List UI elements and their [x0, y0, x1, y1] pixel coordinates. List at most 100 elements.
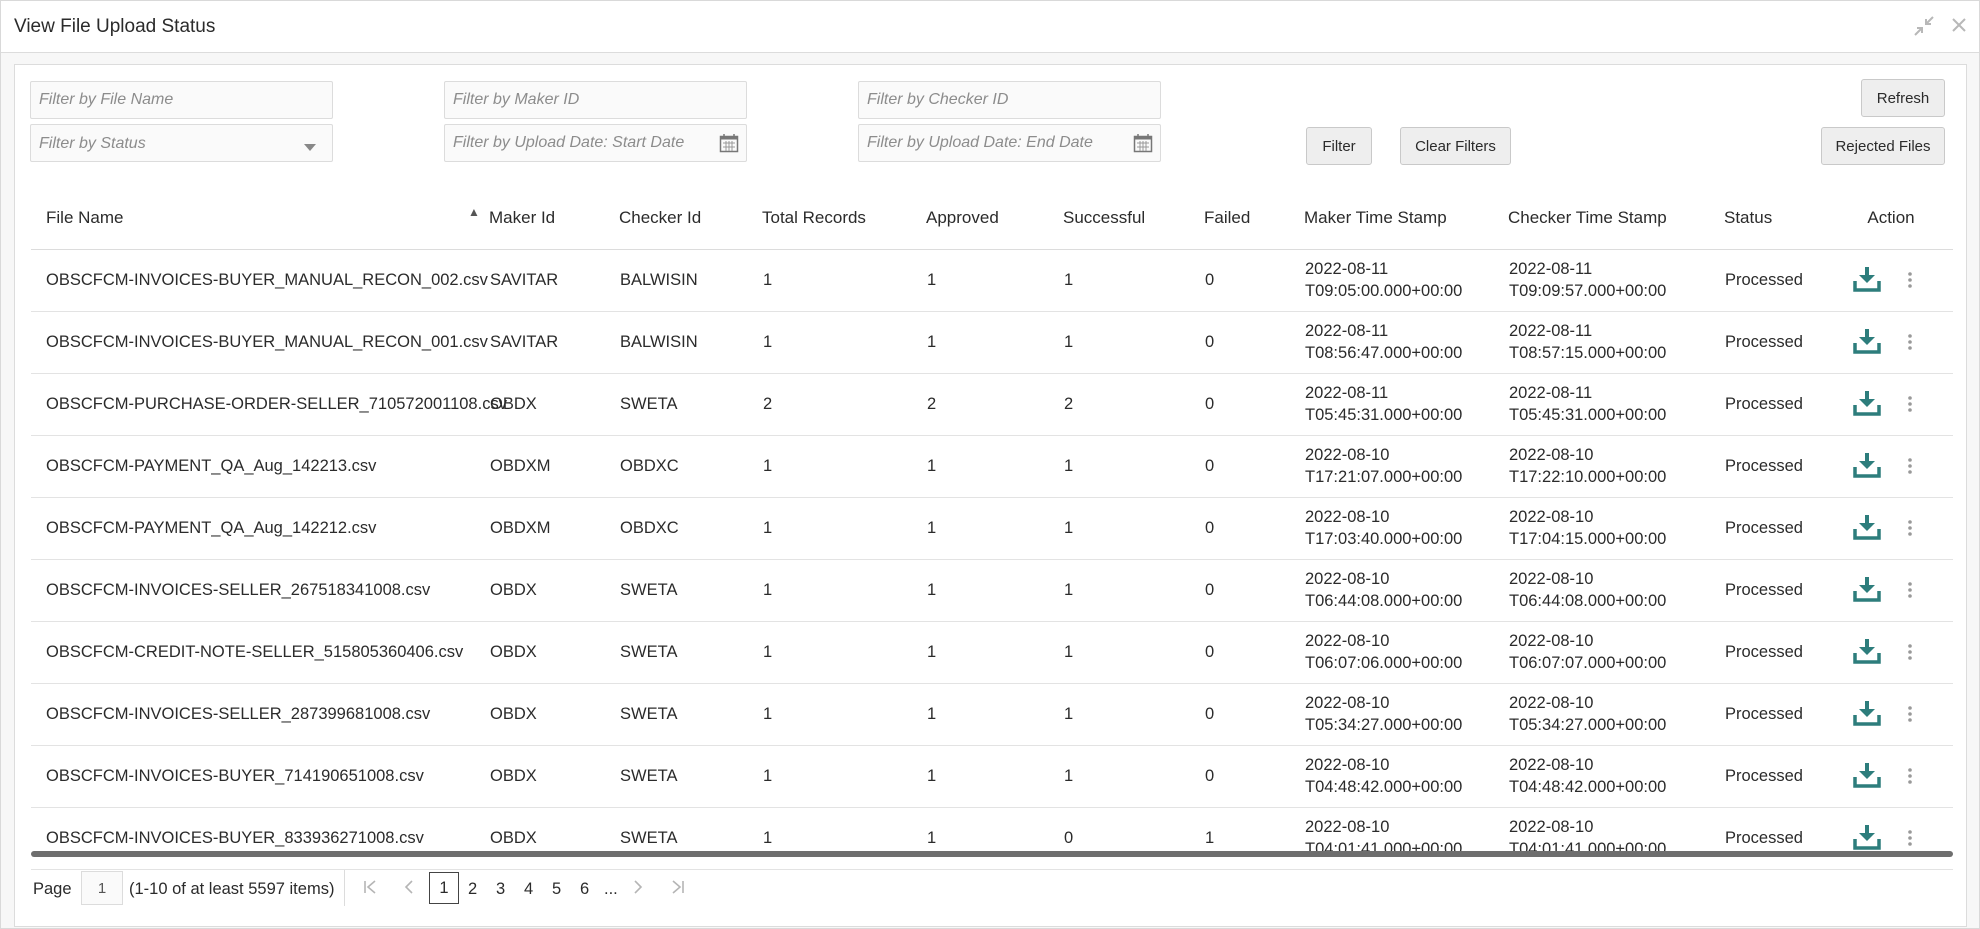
kebab-menu-icon[interactable] [1907, 767, 1913, 791]
checker-id-filter-input[interactable] [859, 82, 1160, 118]
filter-button[interactable]: Filter [1306, 127, 1372, 165]
first-page-icon[interactable] [363, 879, 377, 900]
col-approved[interactable]: Approved [926, 187, 1063, 250]
checker-id-cell: SWETA [619, 745, 762, 808]
maker-time-stamp-cell-date: 2022-08-10 [1305, 446, 1390, 464]
maker-time-stamp-cell-time: T06:44:08.000+00:00 [1305, 592, 1463, 610]
approved-cell: 1 [926, 807, 1063, 870]
total-records-cell: 1 [762, 311, 926, 374]
approved-cell: 1 [926, 745, 1063, 808]
page-3[interactable]: 3 [496, 880, 505, 899]
download-icon[interactable] [1853, 266, 1881, 298]
download-icon[interactable] [1853, 452, 1881, 484]
page-6[interactable]: 6 [580, 880, 589, 899]
download-icon[interactable] [1853, 762, 1881, 794]
download-icon[interactable] [1853, 576, 1881, 608]
maker-id-filter[interactable] [444, 81, 747, 119]
calendar-icon[interactable] [1133, 133, 1153, 158]
page-1[interactable]: 1 [429, 872, 459, 904]
table-row[interactable]: OBSCFCM-INVOICES-SELLER_287399681008.csv… [31, 683, 1953, 746]
table-row[interactable]: OBSCFCM-INVOICES-BUYER_714190651008.csv O… [31, 745, 1953, 808]
failed-cell: 0 [1204, 311, 1304, 374]
maker-id-cell: OBDX [489, 683, 619, 746]
kebab-menu-icon[interactable] [1907, 829, 1913, 853]
table-row[interactable]: OBSCFCM-CREDIT-NOTE-SELLER_515805360406.… [31, 621, 1953, 684]
checker-time-stamp-cell-time: T17:22:10.000+00:00 [1509, 468, 1667, 486]
table-row[interactable]: OBSCFCM-INVOICES-BUYER_MANUAL_RECON_002.… [31, 249, 1953, 312]
file-name-filter[interactable] [30, 81, 333, 119]
maker-id-filter-input[interactable] [445, 82, 746, 118]
col-maker-time-stamp[interactable]: Maker Time Stamp [1304, 187, 1508, 250]
page-ellipsis[interactable]: ... [604, 880, 618, 899]
page-2[interactable]: 2 [468, 880, 477, 899]
maker-time-stamp-cell-date: 2022-08-11 [1305, 384, 1389, 402]
download-icon[interactable] [1853, 390, 1881, 422]
rejected-files-button[interactable]: Rejected Files [1821, 127, 1945, 165]
checker-time-stamp-cell-date: 2022-08-10 [1509, 756, 1594, 774]
table-row[interactable]: OBSCFCM-PAYMENT_QA_Aug_142213.csv OBDXM OB… [31, 435, 1953, 498]
clear-filters-button[interactable]: Clear Filters [1400, 127, 1511, 165]
end-date-filter[interactable] [858, 124, 1161, 162]
kebab-menu-icon[interactable] [1907, 581, 1913, 605]
table-row[interactable]: OBSCFCM-INVOICES-BUYER_833936271008.csv O… [31, 807, 1953, 870]
next-page-icon[interactable] [633, 879, 643, 900]
col-total-records[interactable]: Total Records [762, 187, 926, 250]
col-failed[interactable]: Failed [1204, 187, 1304, 250]
close-icon[interactable] [1949, 15, 1969, 40]
maker-id-cell: OBDX [489, 373, 619, 436]
prev-page-icon[interactable] [404, 879, 414, 900]
col-status[interactable]: Status [1724, 187, 1829, 250]
checker-time-stamp-cell-date: 2022-08-10 [1509, 694, 1594, 712]
page-4[interactable]: 4 [524, 880, 533, 899]
last-page-icon[interactable] [671, 879, 685, 900]
file-name-cell: OBSCFCM-PAYMENT_QA_Aug_142213.csv [31, 435, 489, 498]
table-row[interactable]: OBSCFCM-PURCHASE-ORDER-SELLER_7105720011… [31, 373, 1953, 436]
checker-time-stamp-cell: 2022-08-10 T04:01:41.000+00:00 [1508, 807, 1724, 870]
download-icon[interactable] [1853, 514, 1881, 546]
kebab-menu-icon[interactable] [1907, 395, 1913, 419]
kebab-menu-icon[interactable] [1907, 333, 1913, 357]
successful-cell: 1 [1063, 559, 1204, 622]
pagination: Page (1-10 of at least 5597 items) 1 2 3… [15, 867, 1966, 911]
download-icon[interactable] [1853, 328, 1881, 360]
maker-time-stamp-cell-date: 2022-08-10 [1305, 694, 1390, 712]
page-5[interactable]: 5 [552, 880, 561, 899]
col-checker-time-stamp[interactable]: Checker Time Stamp [1508, 187, 1724, 250]
collapse-icon[interactable] [1913, 15, 1935, 42]
approved-cell: 2 [926, 373, 1063, 436]
checker-id-cell: SWETA [619, 559, 762, 622]
status-filter-select[interactable]: Filter by Status [30, 124, 333, 162]
col-checker-id[interactable]: Checker Id [619, 187, 762, 250]
calendar-icon[interactable] [719, 133, 739, 158]
file-name-filter-input[interactable] [31, 82, 332, 118]
horizontal-scrollbar[interactable] [31, 851, 1953, 857]
col-file-name[interactable]: File Name ▲ [31, 187, 489, 250]
table-row[interactable]: OBSCFCM-INVOICES-SELLER_267518341008.csv… [31, 559, 1953, 622]
col-action: Action [1829, 187, 1953, 250]
table-row[interactable]: OBSCFCM-PAYMENT_QA_Aug_142212.csv OBDXM OB… [31, 497, 1953, 560]
col-maker-id[interactable]: Maker Id [489, 187, 619, 250]
kebab-menu-icon[interactable] [1907, 519, 1913, 543]
kebab-menu-icon[interactable] [1907, 271, 1913, 295]
checker-id-filter[interactable] [858, 81, 1161, 119]
maker-id-cell: SAVITAR [489, 249, 619, 312]
sort-asc-icon[interactable]: ▲ [468, 205, 480, 219]
checker-id-cell: SWETA [619, 621, 762, 684]
checker-time-stamp-cell: 2022-08-11 T05:45:31.000+00:00 [1508, 373, 1724, 436]
end-date-filter-input[interactable] [859, 125, 1160, 161]
download-icon[interactable] [1853, 700, 1881, 732]
start-date-filter[interactable] [444, 124, 747, 162]
download-icon[interactable] [1853, 638, 1881, 670]
status-cell: Processed [1724, 435, 1829, 498]
kebab-menu-icon[interactable] [1907, 705, 1913, 729]
refresh-button[interactable]: Refresh [1861, 79, 1945, 117]
page-summary: (1-10 of at least 5597 items) [129, 880, 335, 898]
chevron-down-icon[interactable] [303, 139, 317, 157]
col-successful[interactable]: Successful [1063, 187, 1204, 250]
page-number-input[interactable] [81, 871, 123, 905]
start-date-filter-input[interactable] [445, 125, 746, 161]
kebab-menu-icon[interactable] [1907, 643, 1913, 667]
table-header-row: File Name ▲ Maker Id Checker Id Total Rec… [31, 187, 1953, 250]
kebab-menu-icon[interactable] [1907, 457, 1913, 481]
table-row[interactable]: OBSCFCM-INVOICES-BUYER_MANUAL_RECON_001.… [31, 311, 1953, 374]
